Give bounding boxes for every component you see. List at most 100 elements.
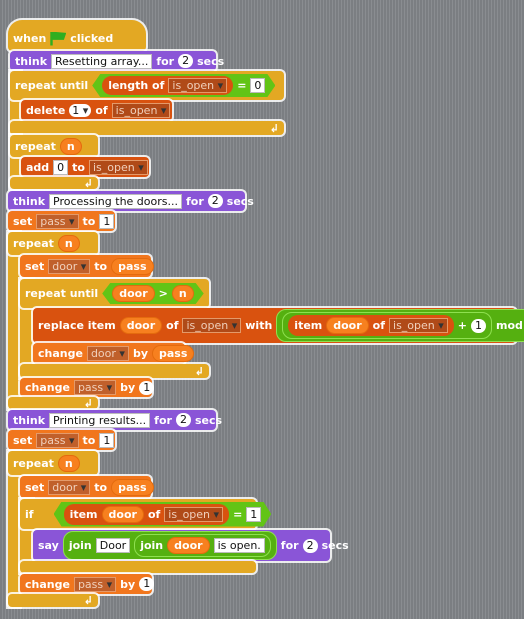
secs-input[interactable]: 2 (178, 54, 194, 68)
mod-label: mod (496, 319, 523, 332)
loop-arrow-icon: ↲ (269, 121, 279, 135)
value-input[interactable]: 0 (250, 78, 265, 93)
value-input[interactable]: 1 (246, 507, 261, 522)
length-of-label: length of (108, 79, 165, 92)
change-door-block[interactable]: change door by pass (33, 343, 195, 364)
list-dropdown[interactable]: is_open (164, 507, 223, 522)
value-input[interactable]: 1 (139, 577, 155, 591)
door-variable[interactable]: door (326, 317, 369, 334)
repeat-label: repeat (15, 139, 56, 153)
to-label: to (94, 259, 108, 273)
variable-dropdown[interactable]: pass (73, 380, 117, 395)
join-text-input[interactable]: Door (95, 538, 131, 553)
list-dropdown[interactable]: is_open (89, 159, 148, 175)
change-pass-block-2[interactable]: change pass by 1 (20, 574, 155, 594)
door-variable[interactable]: door (167, 537, 210, 554)
pass-variable[interactable]: pass (111, 257, 154, 275)
repeat-until-block-1[interactable]: repeat until length ofis_open = 0 (10, 71, 284, 100)
item-label: item (294, 319, 323, 332)
replace-item-label: replace item (38, 319, 116, 332)
n-variable[interactable]: n (57, 235, 80, 252)
item-label: item (69, 507, 98, 521)
change-pass-block-1[interactable]: change pass by 1 (20, 378, 155, 397)
equals-sign: = (237, 79, 247, 92)
value-input[interactable]: 0 (53, 159, 69, 175)
door-variable[interactable]: door (112, 285, 154, 302)
add-label: add (26, 160, 50, 174)
repeat-block-3[interactable]: repeat n (8, 451, 98, 475)
mod-reporter[interactable]: itemdoorofis_open + 1 mod 2 (276, 309, 524, 342)
greater-than-sign: > (158, 287, 168, 300)
list-dropdown[interactable]: is_open (168, 78, 227, 93)
plus-reporter[interactable]: itemdoorofis_open + 1 (282, 312, 493, 339)
repeat-block-2[interactable]: repeat n (8, 232, 98, 255)
if-block[interactable]: if itemdoorofis_open = 1 (20, 499, 256, 529)
variable-dropdown[interactable]: pass (36, 432, 79, 448)
secs-input[interactable]: 2 (207, 194, 223, 208)
think-text-input[interactable]: Printing results... (49, 412, 151, 428)
variable-dropdown[interactable]: pass (36, 213, 79, 229)
variable-dropdown[interactable]: pass (73, 576, 117, 592)
set-door-block-2[interactable]: set door to pass (20, 476, 154, 498)
set-door-block-1[interactable]: set door to pass (20, 255, 154, 277)
join-reporter[interactable]: join Door join door is open. (62, 531, 277, 560)
replace-item-block[interactable]: replace item door of is_open with itemdo… (33, 308, 524, 343)
n-variable[interactable]: n (172, 285, 194, 302)
value-input[interactable]: 1 (139, 380, 155, 395)
for-label: for (154, 413, 172, 427)
door-variable[interactable]: door (102, 506, 144, 523)
variable-dropdown[interactable]: door (48, 479, 91, 495)
length-of-reporter[interactable]: length of is_open (102, 76, 233, 95)
set-pass-block-1[interactable]: set pass to 1 (8, 211, 115, 231)
pass-variable[interactable]: pass (152, 345, 195, 362)
join-reporter-inner[interactable]: join door is open. (134, 534, 271, 557)
think-block-2[interactable]: think Processing the doors... for 2 secs (8, 191, 254, 211)
secs-label: secs (321, 539, 349, 552)
index-dropdown[interactable]: 1 (69, 104, 92, 117)
variable-dropdown[interactable]: door (48, 258, 91, 274)
think-block-3[interactable]: think Printing results... for 2 secs (8, 410, 222, 430)
say-label: say (38, 539, 59, 552)
set-label: set (13, 214, 33, 228)
equals-condition[interactable]: length ofis_open = 0 (92, 74, 275, 97)
change-label: change (38, 347, 83, 360)
delete-block[interactable]: delete 1 of is_open (21, 100, 172, 121)
item-of-reporter[interactable]: item door of is_open (288, 315, 454, 336)
equals-condition[interactable]: item doorofis_open = 1 (54, 502, 272, 527)
repeat-until-label: repeat until (25, 287, 99, 300)
secs-label: secs (197, 54, 225, 68)
n-variable[interactable]: n (57, 454, 80, 472)
greater-than-condition[interactable]: door > n (102, 283, 203, 304)
of-label: of (95, 104, 108, 117)
think-text-input[interactable]: Resetting array... (51, 53, 153, 69)
item-of-reporter[interactable]: item door of is_open (64, 504, 230, 525)
value-input[interactable]: 1 (99, 432, 115, 448)
list-dropdown[interactable]: is_open (111, 103, 171, 118)
n-variable[interactable]: n (59, 137, 82, 155)
set-pass-block-2[interactable]: set pass to 1 (8, 430, 115, 450)
set-label: set (13, 433, 33, 447)
join-label: join (68, 539, 92, 552)
pass-variable[interactable]: pass (111, 478, 154, 496)
secs-input[interactable]: 2 (302, 538, 318, 553)
say-block[interactable]: say join Door join door is open. for 2 s… (33, 530, 349, 561)
set-label: set (25, 480, 45, 494)
addend-input[interactable]: 1 (471, 318, 487, 333)
door-variable[interactable]: door (119, 317, 163, 334)
secs-input[interactable]: 2 (175, 413, 191, 427)
repeat-block-1[interactable]: repeat n (10, 135, 98, 157)
think-text-input[interactable]: Processing the doors... (49, 193, 182, 209)
think-block-1[interactable]: think Resetting array... for 2 secs (10, 51, 224, 71)
join-text-input[interactable]: is open. (213, 538, 265, 553)
repeat-until-end-1: ↲ (10, 121, 284, 135)
value-input[interactable]: 1 (99, 213, 115, 229)
add-block[interactable]: add 0 to is_open (21, 157, 149, 177)
repeat-end-1: ↲ (10, 177, 98, 190)
when-flag-clicked-hat[interactable]: when clicked (8, 20, 146, 51)
list-dropdown[interactable]: is_open (389, 318, 448, 333)
variable-dropdown[interactable]: door (86, 346, 129, 361)
think-label: think (15, 54, 48, 68)
repeat-until-block-2[interactable]: repeat until door > n (20, 279, 209, 308)
list-dropdown[interactable]: is_open (182, 318, 242, 333)
plus-sign: + (457, 319, 468, 332)
